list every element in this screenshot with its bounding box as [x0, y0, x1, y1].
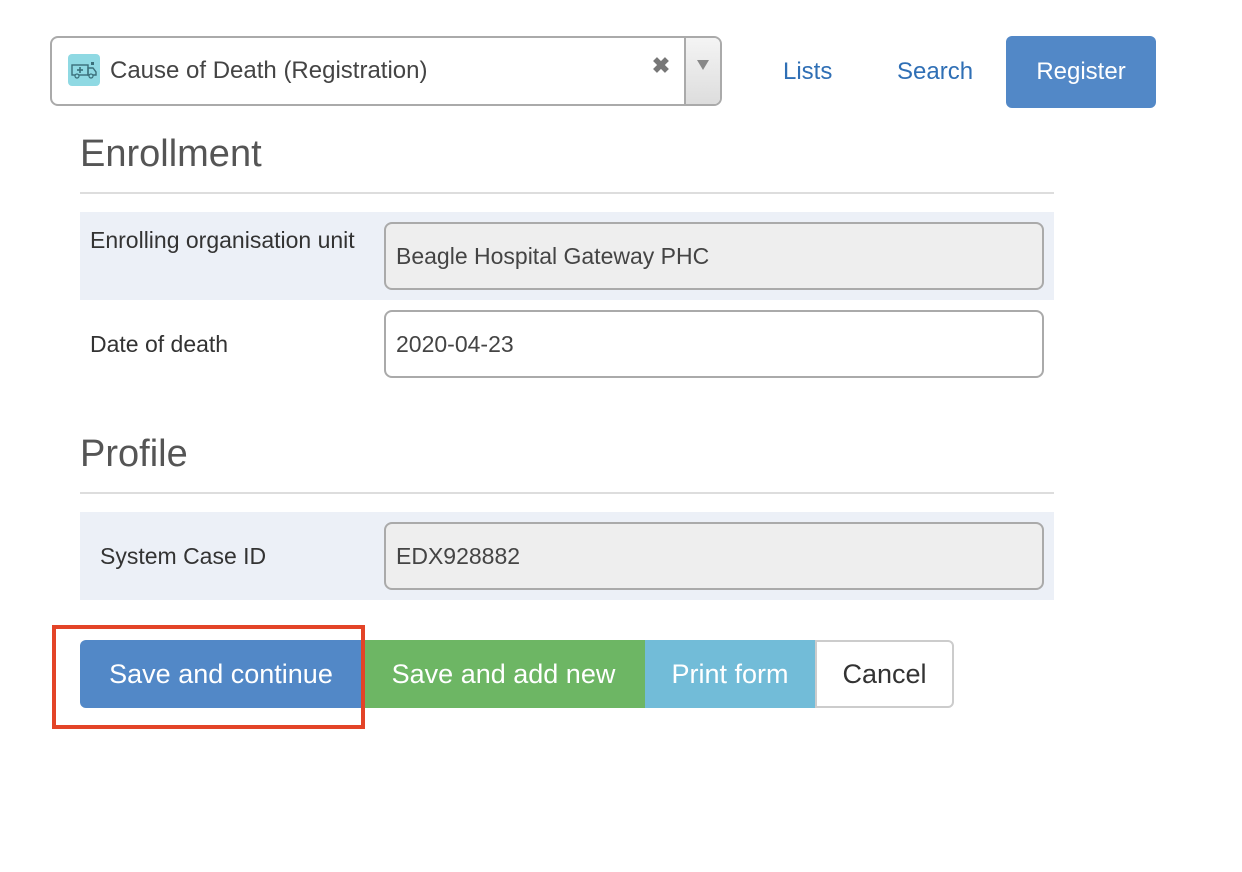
enrollment-section-title: Enrollment	[80, 132, 1054, 194]
cancel-button[interactable]: Cancel	[815, 640, 954, 708]
ambulance-icon	[68, 54, 100, 86]
register-button[interactable]: Register	[1006, 36, 1156, 108]
program-selector[interactable]: Cause of Death (Registration) ✖	[50, 36, 722, 106]
program-name: Cause of Death (Registration)	[110, 57, 428, 84]
date-of-death-input[interactable]: 2020-04-23	[384, 310, 1044, 378]
date-of-death-label: Date of death	[90, 331, 229, 357]
profile-section-title: Profile	[80, 432, 1054, 494]
save-and-add-new-button[interactable]: Save and add new	[362, 640, 645, 708]
case-id-field: EDX928882	[384, 522, 1044, 590]
org-unit-label: Enrolling organisation unit	[90, 227, 355, 253]
org-unit-row: Enrolling organisation unit Beagle Hospi…	[80, 212, 1054, 300]
save-and-continue-button[interactable]: Save and continue	[80, 640, 362, 708]
dropdown-toggle-button[interactable]	[684, 38, 720, 104]
enrollment-page: Cause of Death (Registration) ✖ Lists Se…	[0, 0, 1242, 872]
clear-selection-icon[interactable]: ✖	[650, 52, 672, 80]
org-unit-field: Beagle Hospital Gateway PHC	[384, 222, 1044, 290]
nav-search-link[interactable]: Search	[897, 36, 973, 108]
nav-lists-link[interactable]: Lists	[783, 36, 832, 108]
date-of-death-row: Date of death 2020-04-23	[80, 300, 1054, 388]
case-id-label: System Case ID	[100, 543, 267, 569]
chevron-down-icon	[697, 60, 709, 70]
print-form-button[interactable]: Print form	[645, 640, 815, 708]
case-id-row: System Case ID EDX928882	[80, 512, 1054, 600]
